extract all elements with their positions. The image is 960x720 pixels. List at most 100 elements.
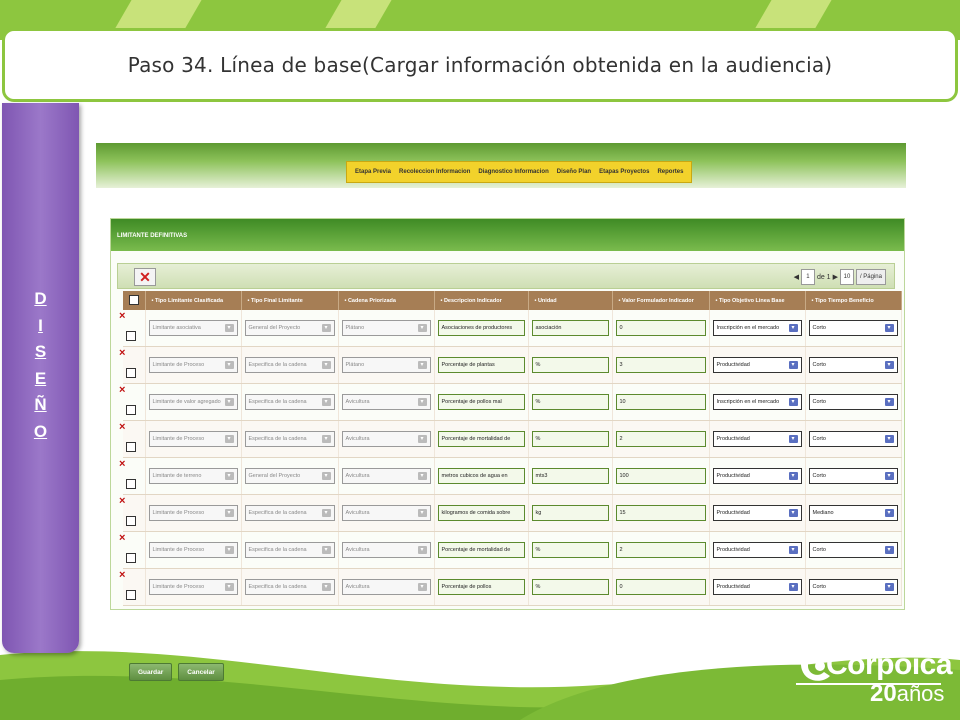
row-checkbox[interactable] <box>126 405 136 415</box>
row-delete-icon[interactable]: × <box>119 569 125 581</box>
chevron-down-icon: ▾ <box>321 324 331 332</box>
cell-select: Avicultura ▾ <box>341 468 431 484</box>
row-checkbox[interactable] <box>126 479 136 489</box>
cell-select[interactable]: Productividad ▾ <box>712 357 802 373</box>
page-size-label[interactable]: / Página <box>855 269 886 285</box>
menu-item[interactable]: Etapa Previa <box>351 169 395 175</box>
cancel-button[interactable]: Cancelar <box>178 663 224 681</box>
cell-select: Especifica de la cadena ▾ <box>244 357 335 373</box>
menu-item[interactable]: Diagnostico Informacion <box>474 169 552 175</box>
select-all-checkbox[interactable] <box>129 294 139 305</box>
column-header[interactable]: • Tipo Objetivo Linea Base <box>709 291 806 310</box>
chevron-down-icon: ▾ <box>321 583 331 591</box>
menu-item[interactable]: Etapas Proyectos <box>595 169 653 175</box>
cell-text-input[interactable]: Porcentaje de pollos <box>437 579 525 595</box>
column-header[interactable]: • Tipo Tiempo Beneficio <box>805 291 902 310</box>
cell-text-input[interactable]: Asociaciones de productores <box>437 320 525 336</box>
table-cell: Productividad ▾ <box>709 531 806 569</box>
cell-select[interactable]: Productividad ▾ <box>712 468 802 484</box>
row-checkbox[interactable] <box>126 442 136 452</box>
row-delete-icon[interactable]: × <box>119 384 125 396</box>
row-delete-icon[interactable]: × <box>119 347 125 359</box>
column-header[interactable]: • Unidad <box>528 291 613 310</box>
cell-text-input[interactable]: kilogramos de comida sobre <box>437 505 525 521</box>
cell-text-input[interactable]: Porcentaje de plantas <box>437 357 525 373</box>
cell-text-input[interactable]: 10 <box>615 394 706 410</box>
chevron-down-icon: ▾ <box>321 435 331 443</box>
cell-text-input[interactable]: 2 <box>615 542 706 558</box>
row-checkbox[interactable] <box>126 516 136 526</box>
cell-select[interactable]: Inscripción en el mercado ▾ <box>712 320 802 336</box>
limitantes-table: • Tipo Limitante Clasificada • Tipo Final… <box>119 291 902 606</box>
cell-select[interactable]: Corto ▾ <box>808 394 898 410</box>
cell-select[interactable]: Mediano ▾ <box>808 505 898 521</box>
cell-text-input[interactable]: 2 <box>615 431 706 447</box>
row-delete-icon[interactable]: × <box>119 495 125 507</box>
cell-text-input[interactable]: % <box>531 357 609 373</box>
table-cell: 2 <box>612 420 710 458</box>
menu-item[interactable]: Diseño Plan <box>553 169 595 175</box>
page-size-input[interactable]: 10 <box>839 269 854 285</box>
cell-text-input[interactable]: 0 <box>615 320 706 336</box>
cell-text-input[interactable]: 3 <box>615 357 706 373</box>
cell-select[interactable]: Corto ▾ <box>808 357 898 373</box>
row-delete-icon[interactable]: × <box>119 532 125 544</box>
cell-value: Asociaciones de productores <box>441 325 513 331</box>
cell-select[interactable]: Productividad ▾ <box>712 505 802 521</box>
cell-select[interactable]: Corto ▾ <box>808 468 898 484</box>
prev-page-icon[interactable]: ◀ <box>794 273 799 281</box>
save-button[interactable]: Guardar <box>129 663 173 681</box>
cell-value: % <box>535 399 541 405</box>
column-header[interactable]: • Tipo Final Limitante <box>241 291 339 310</box>
page-input[interactable]: 1 <box>800 269 815 285</box>
cell-select[interactable]: Productividad ▾ <box>712 542 802 558</box>
column-header[interactable]: • Descripcion Indicador <box>434 291 529 310</box>
row-delete-icon[interactable]: × <box>119 310 125 322</box>
side-tab-diseno[interactable]: DISEÑO <box>2 103 79 653</box>
cell-text-input[interactable]: 15 <box>615 505 706 521</box>
cell-select[interactable]: Corto ▾ <box>808 542 898 558</box>
column-header[interactable]: • Tipo Limitante Clasificada <box>145 291 242 310</box>
delete-button[interactable]: ✕ <box>134 268 156 286</box>
cell-text-input[interactable]: asociación <box>531 320 609 336</box>
cell-text-input[interactable]: kg <box>531 505 609 521</box>
row-select-cell: × <box>119 531 146 569</box>
cell-text-input[interactable]: % <box>531 394 609 410</box>
menu-item[interactable]: Recoleccion Informacion <box>395 169 474 175</box>
table-cell: 10 <box>612 383 710 421</box>
cell-text-input[interactable]: Porcentaje de pollos mal <box>437 394 525 410</box>
cell-text-input[interactable]: metros cubicos de agua en <box>437 468 525 484</box>
cell-text-input[interactable]: 100 <box>615 468 706 484</box>
row-delete-icon[interactable]: × <box>119 421 125 433</box>
row-checkbox[interactable] <box>126 553 136 563</box>
row-checkbox[interactable] <box>126 590 136 600</box>
cell-text-input[interactable]: Porcentaje de mortalidad de <box>437 431 525 447</box>
row-delete-icon[interactable]: × <box>119 458 125 470</box>
row-checkbox[interactable] <box>126 368 136 378</box>
column-header[interactable]: • Cadena Priorizada <box>338 291 435 310</box>
table-row: × Limitante de Proceso ▾ Especifica de la c… <box>119 568 902 606</box>
table-cell: Especifica de la cadena ▾ <box>241 531 339 569</box>
chevron-down-icon: ▾ <box>884 361 894 369</box>
cell-select[interactable]: Corto ▾ <box>808 579 898 595</box>
cell-value: Limitante de Proceso <box>152 547 205 553</box>
table-cell: % <box>528 531 613 569</box>
cell-select[interactable]: Productividad ▾ <box>712 431 802 447</box>
cell-select[interactable]: Corto ▾ <box>808 431 898 447</box>
menu-item[interactable]: Reportes <box>653 169 687 175</box>
cell-text-input[interactable]: % <box>531 431 609 447</box>
cell-text-input[interactable]: 0 <box>615 579 706 595</box>
cell-select[interactable]: Inscripción en el mercado ▾ <box>712 394 802 410</box>
cell-select: Plátano ▾ <box>341 357 431 373</box>
column-header[interactable]: • Valor Formulador Indicador <box>612 291 710 310</box>
cell-text-input[interactable]: Porcentaje de mortalidad de <box>437 542 525 558</box>
cell-select[interactable]: Corto ▾ <box>808 320 898 336</box>
table-cell: 100 <box>612 457 710 495</box>
next-page-icon[interactable]: ▶ <box>833 273 838 281</box>
cell-select[interactable]: Productividad ▾ <box>712 579 802 595</box>
cell-text-input[interactable]: % <box>531 579 609 595</box>
cell-text-input[interactable]: mts3 <box>531 468 609 484</box>
cell-text-input[interactable]: % <box>531 542 609 558</box>
cell-select: Avicultura ▾ <box>341 542 431 558</box>
row-checkbox[interactable] <box>126 331 136 341</box>
